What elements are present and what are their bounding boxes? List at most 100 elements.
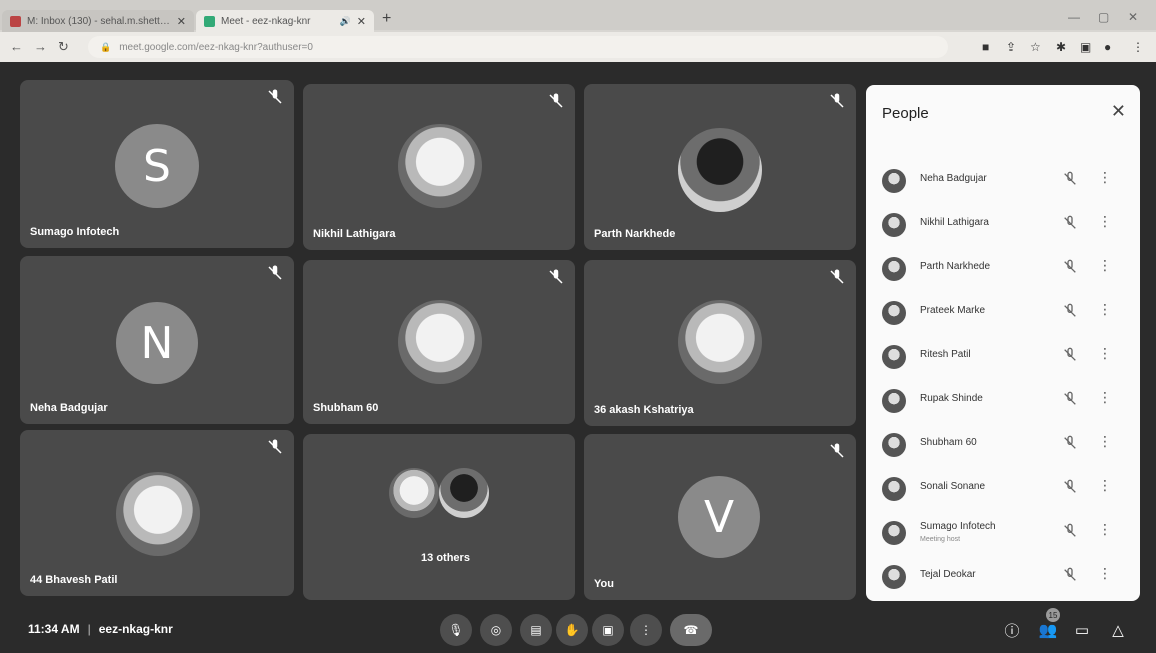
others-tile[interactable]: 13 others: [303, 434, 575, 600]
participant-name: Sumago Infotech: [920, 521, 996, 532]
people-panel: People ✕ Neha Badgujar ⋮ Nikhil Lathigar…: [866, 85, 1140, 601]
meet-favicon-icon: [204, 15, 215, 27]
tab-meet[interactable]: Meet - eez-nkag-knr 🔊 ✕: [196, 10, 374, 32]
chat-icon[interactable]: ▭: [1070, 618, 1094, 642]
tab-gmail[interactable]: M: Inbox (130) - sehal.m.shetti@ur... ✕: [2, 10, 194, 32]
list-item[interactable]: Sumago Infotech Meeting host ⋮: [866, 511, 1140, 555]
mic-off-icon: [1064, 523, 1076, 537]
more-options-icon[interactable]: ⋮: [1098, 521, 1112, 538]
participant-tile[interactable]: 44 Bhavesh Patil: [20, 430, 294, 596]
camera-off-icon[interactable]: ◎: [480, 614, 512, 646]
browser-chrome: M: Inbox (130) - sehal.m.shetti@ur... ✕ …: [0, 0, 1156, 62]
more-options-icon[interactable]: ⋮: [1098, 213, 1112, 230]
list-item[interactable]: Sonali Sonane ⋮: [866, 467, 1140, 511]
bookmark-star-icon[interactable]: ☆: [1030, 40, 1041, 54]
profile-icon[interactable]: ●: [1104, 40, 1111, 54]
close-panel-icon[interactable]: ✕: [1111, 101, 1126, 122]
captions-icon[interactable]: ▤: [520, 614, 552, 646]
people-icon[interactable]: 👥: [1036, 618, 1060, 642]
close-tab-icon[interactable]: ✕: [357, 15, 366, 28]
menu-kebab-icon[interactable]: ⋮: [1132, 40, 1144, 54]
others-count: 13 others: [421, 552, 470, 564]
sidebar-icon[interactable]: ▣: [1080, 40, 1091, 54]
participant-tile[interactable]: Shubham 60: [303, 260, 575, 424]
mic-off-icon: [268, 439, 282, 454]
mic-off-icon: [1064, 215, 1076, 229]
more-options-icon[interactable]: ⋮: [1098, 345, 1112, 362]
meeting-details: 11:34 AM | eez-nkag-knr: [28, 622, 173, 636]
more-options-icon[interactable]: ⋮: [1098, 389, 1112, 406]
avatar: [882, 257, 906, 281]
list-item[interactable]: Rupak Shinde ⋮: [866, 379, 1140, 423]
participant-name: Shubham 60: [313, 402, 379, 414]
avatar: [882, 521, 906, 545]
participant-tile[interactable]: Parth Narkhede: [584, 84, 856, 250]
list-item[interactable]: Parth Narkhede ⋮: [866, 247, 1140, 291]
people-count-badge: 15: [1046, 608, 1060, 622]
speaker-icon[interactable]: 🔊: [340, 16, 351, 27]
more-options-icon[interactable]: ⋮: [1098, 565, 1112, 582]
close-window-icon[interactable]: ✕: [1128, 10, 1138, 24]
new-tab-button[interactable]: +: [382, 10, 391, 28]
activities-icon[interactable]: △: [1106, 618, 1130, 642]
reload-icon[interactable]: ↻: [58, 39, 69, 55]
participant-name: 44 Bhavesh Patil: [30, 574, 118, 586]
maximize-icon[interactable]: ▢: [1098, 10, 1109, 24]
mic-off-icon: [1064, 259, 1076, 273]
participant-tile[interactable]: 36 akash Kshatriya: [584, 260, 856, 426]
participant-name: 36 akash Kshatriya: [594, 404, 694, 416]
camera-indicator-icon[interactable]: ■: [982, 40, 989, 54]
list-item[interactable]: Shubham 60 ⋮: [866, 423, 1140, 467]
share-icon[interactable]: ⇪: [1006, 40, 1016, 54]
more-options-icon[interactable]: ⋮: [1098, 301, 1112, 318]
participant-name: Sumago Infotech: [30, 226, 120, 238]
more-options-icon[interactable]: ⋮: [1098, 169, 1112, 186]
participant-name: Ritesh Patil: [920, 349, 971, 360]
avatar: [398, 300, 482, 384]
back-icon[interactable]: ←: [10, 39, 23, 54]
extensions-icon[interactable]: ✱: [1056, 40, 1066, 54]
more-options-icon[interactable]: ⋮: [1098, 257, 1112, 274]
mic-off-icon: [268, 89, 282, 104]
list-item[interactable]: Neha Badgujar ⋮: [866, 159, 1140, 203]
participant-name: Parth Narkhede: [594, 228, 676, 240]
forward-icon[interactable]: →: [34, 39, 47, 54]
close-tab-icon[interactable]: ✕: [177, 15, 186, 28]
more-options-icon[interactable]: ⋮: [1098, 477, 1112, 494]
avatar-initial: V: [703, 491, 735, 543]
mic-off-icon: [830, 269, 844, 284]
list-item[interactable]: Prateek Marke ⋮: [866, 291, 1140, 335]
url-text: meet.google.com/eez-nkag-knr?authuser=0: [119, 41, 313, 53]
minimize-icon[interactable]: —: [1068, 10, 1080, 24]
avatar: [882, 213, 906, 237]
info-icon[interactable]: ⓘ: [1000, 618, 1024, 642]
avatar-initial: N: [140, 317, 174, 369]
participant-tile[interactable]: Nikhil Lathigara: [303, 84, 575, 250]
avatar: [882, 477, 906, 501]
list-item[interactable]: Ritesh Patil ⋮: [866, 335, 1140, 379]
more-options-icon[interactable]: ⋮: [1098, 433, 1112, 450]
avatar: S: [115, 124, 199, 208]
avatar: [678, 128, 762, 212]
participant-name: Rupak Shinde: [920, 393, 983, 404]
participant-name: Tejal Deokar: [920, 569, 976, 580]
mic-off-icon: [1064, 435, 1076, 449]
end-call-icon[interactable]: ☎: [670, 614, 712, 646]
participant-tile[interactable]: N Neha Badgujar: [20, 256, 294, 424]
tab-strip: M: Inbox (130) - sehal.m.shetti@ur... ✕ …: [0, 0, 1156, 32]
list-item[interactable]: Nikhil Lathigara ⋮: [866, 203, 1140, 247]
participant-role: Meeting host: [920, 536, 961, 543]
present-icon[interactable]: ▣: [592, 614, 624, 646]
more-options-icon[interactable]: ⋮: [630, 614, 662, 646]
self-tile[interactable]: V You: [584, 434, 856, 600]
participant-tile[interactable]: S Sumago Infotech: [20, 80, 294, 248]
mic-off-icon: [1064, 567, 1076, 581]
mic-off-icon: [549, 269, 563, 284]
omnibox[interactable]: 🔒 meet.google.com/eez-nkag-knr?authuser=…: [88, 36, 948, 58]
avatar: [882, 301, 906, 325]
list-item[interactable]: Tejal Deokar ⋮: [866, 555, 1140, 599]
raise-hand-icon[interactable]: ✋: [556, 614, 588, 646]
mic-off-icon[interactable]: 🎙: [440, 614, 472, 646]
separator: |: [87, 622, 91, 636]
mic-off-icon: [549, 93, 563, 108]
